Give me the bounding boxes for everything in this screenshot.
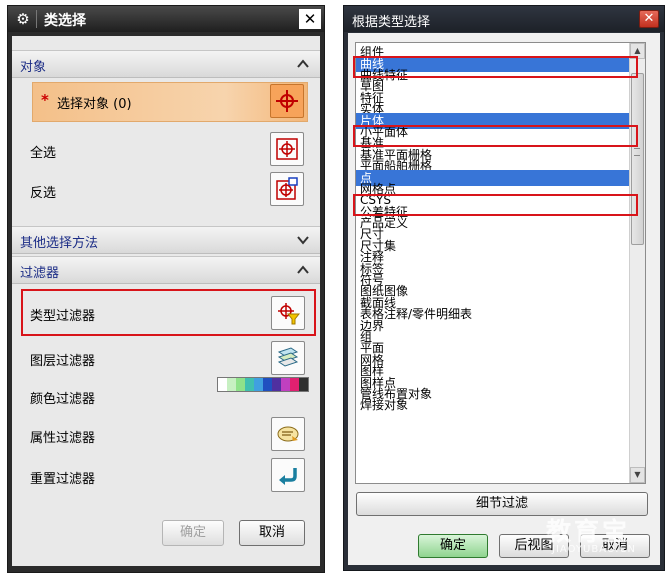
close-icon[interactable]: ✕ [639, 10, 659, 28]
select-object-label: 选择对象 (0) [57, 97, 132, 112]
invert-selection-label: 反选 [30, 186, 57, 201]
dialog-body: 对象 * 选择对象 (0) 全选 反选 其他选择方法 过滤器 类型过滤器 图层过… [12, 36, 320, 566]
sheet-body-highlight [353, 125, 638, 147]
color-filter-label: 颜色过滤器 [30, 392, 96, 407]
attribute-filter-icon [277, 426, 299, 442]
ok-button[interactable]: 确定 [418, 534, 488, 558]
chevron-down-icon [297, 236, 309, 245]
attribute-filter-label: 属性过滤器 [30, 431, 96, 446]
type-list-items: 组件 曲线 曲线特征 草图 特征 实体 片体 小平面体 基准 基准平面栅格 平面船舶栅格点网格点 CS… [356, 43, 630, 483]
curve-highlight [353, 56, 638, 78]
select-all-button[interactable] [270, 132, 304, 166]
select-object-button[interactable] [270, 84, 304, 118]
color-swatch [290, 378, 299, 391]
cancel-button[interactable]: 取消 [239, 520, 305, 546]
color-swatch [254, 378, 263, 391]
list-item[interactable]: 焊接对象 [356, 398, 630, 412]
section-title-object: 对象 [20, 60, 47, 75]
color-swatch [263, 378, 272, 391]
title-separator [36, 10, 37, 28]
section-header-other-methods[interactable]: 其他选择方法 [12, 226, 320, 254]
scroll-thumb[interactable] [631, 73, 644, 245]
point-highlight [353, 194, 638, 216]
gear-icon[interactable]: ⚙ [14, 10, 32, 28]
chevron-up-icon [297, 265, 309, 274]
reset-filter-label: 重置过滤器 [30, 472, 96, 487]
dialog-body: 组件 曲线 曲线特征 草图 特征 实体 片体 小平面体 基准 基准平面栅格 平面船舶栅格点网格点 CS… [348, 33, 660, 565]
layer-filter-label: 图层过滤器 [30, 354, 96, 369]
color-swatch [299, 378, 308, 391]
reset-arrow-icon [279, 468, 297, 485]
scroll-down-icon[interactable]: ▼ [630, 467, 645, 483]
type-filter-highlight [21, 289, 316, 336]
class-selection-dialog: ⚙ 类选择 ✕ 对象 * 选择对象 (0) 全选 反选 其他选择方法 过滤器 类… [7, 5, 325, 573]
type-list[interactable]: 组件 曲线 曲线特征 草图 特征 实体 片体 小平面体 基准 基准平面栅格 平面船舶栅格点网格点 CS… [355, 42, 646, 484]
dialog-title: 类选择 [44, 13, 86, 29]
close-icon[interactable]: ✕ [299, 9, 321, 29]
dialog-title-bar[interactable]: ⚙ 类选择 ✕ [8, 6, 324, 32]
section-header-object[interactable]: 对象 [12, 50, 320, 78]
color-swatch [245, 378, 254, 391]
dialog-title-bar[interactable]: 根据类型选择 ✕ [344, 6, 664, 32]
watermark-url: JIAOYUBAO.CN [552, 544, 636, 555]
layer-filter-button[interactable] [271, 341, 305, 375]
invert-selection-icon [276, 177, 298, 200]
invert-selection-button[interactable] [270, 172, 304, 206]
color-swatch [218, 378, 227, 391]
crosshair-icon [276, 90, 298, 112]
watermark-brand: 教育宝 [546, 517, 631, 546]
ok-button[interactable]: 确定 [162, 520, 224, 546]
section-title-filters: 过滤器 [20, 266, 60, 281]
layer-filter-icon [277, 347, 299, 367]
color-swatch [272, 378, 281, 391]
color-swatch [236, 378, 245, 391]
attribute-filter-button[interactable] [271, 417, 305, 451]
dialog-title: 根据类型选择 [352, 15, 431, 30]
scroll-grip-icon [634, 148, 640, 156]
reset-filter-button[interactable] [271, 458, 305, 492]
required-marker: * [41, 91, 49, 109]
color-swatch [227, 378, 236, 391]
select-all-label: 全选 [30, 146, 57, 161]
section-header-filters[interactable]: 过滤器 [12, 256, 320, 284]
section-title-other-methods: 其他选择方法 [20, 236, 99, 251]
chevron-up-icon [297, 59, 309, 68]
type-list-scrollbar[interactable]: ▲ ▼ [629, 43, 645, 483]
select-object-row[interactable]: * 选择对象 (0) [32, 82, 308, 122]
select-all-icon [276, 138, 298, 160]
select-by-type-dialog: 根据类型选择 ✕ 组件 曲线 曲线特征 草图 特征 实体 片体 小平面体 基准 基准平面栅格 平面船… [343, 5, 665, 571]
color-swatch [281, 378, 290, 391]
color-palette-button[interactable] [217, 377, 309, 392]
